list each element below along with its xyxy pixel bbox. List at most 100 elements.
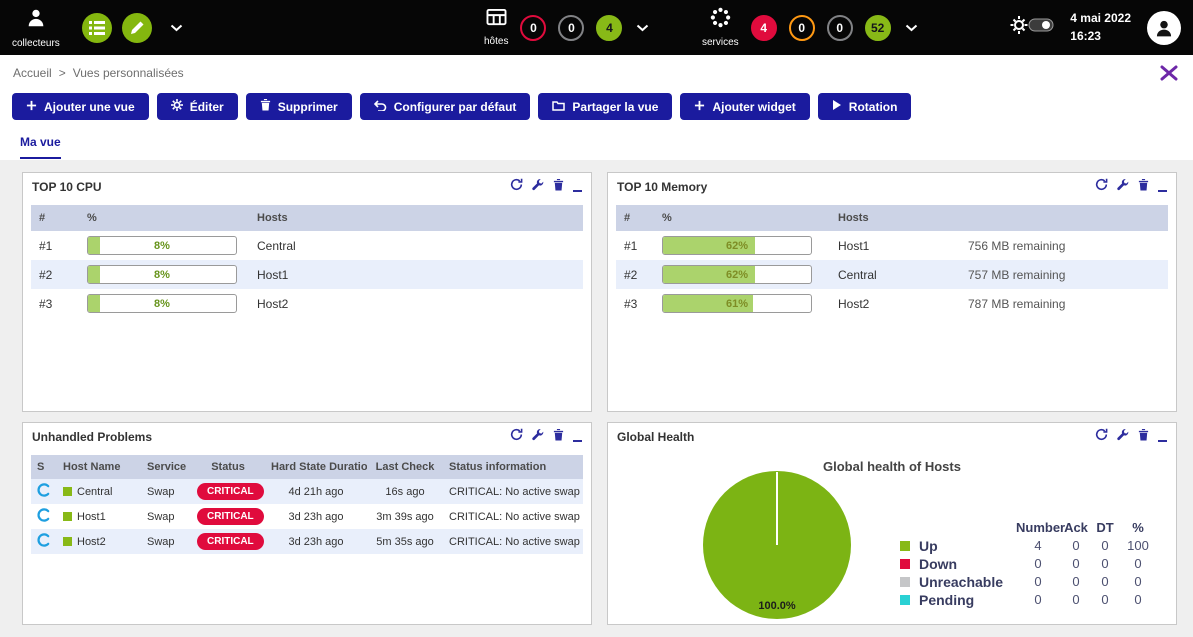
crossed-tools-icon[interactable]: [1159, 64, 1179, 87]
minimize-icon[interactable]: [1158, 181, 1167, 192]
wrench-icon[interactable]: [532, 428, 544, 446]
table-row: #2 8% Host1: [31, 260, 583, 289]
rank-cell: #3: [31, 289, 79, 318]
host-cell[interactable]: Host2: [57, 529, 141, 554]
tab-ma-vue[interactable]: Ma vue: [20, 135, 61, 159]
rank-cell: #1: [31, 231, 79, 260]
legend-pct: 0: [1118, 591, 1158, 609]
trash-icon[interactable]: [553, 178, 564, 196]
undo-icon: [374, 100, 387, 114]
host-cell[interactable]: Central: [57, 479, 141, 504]
services-ok-counter[interactable]: 52: [865, 15, 891, 41]
dashboard-content: TOP 10 CPU # % Hosts #1: [0, 160, 1193, 637]
legend-header: %: [1118, 519, 1158, 537]
pollers-menu[interactable]: collecteurs: [12, 0, 60, 55]
hosts-menu[interactable]: hôtes: [484, 8, 508, 47]
theme-toggle[interactable]: [1010, 14, 1054, 41]
refresh-icon[interactable]: [1095, 428, 1108, 446]
minimize-icon[interactable]: [573, 181, 582, 192]
duration-cell: 3d 23h ago: [265, 529, 367, 554]
breadcrumb-current[interactable]: Vues personnalisées: [73, 66, 184, 80]
set-default-button[interactable]: Configurer par défaut: [360, 93, 531, 120]
legend-pct: 100: [1118, 537, 1158, 555]
legend-header: DT: [1092, 519, 1118, 537]
minimize-icon[interactable]: [573, 431, 582, 442]
chart-title: Global health of Hosts: [608, 459, 1176, 474]
table-row: #2 62% Central 757 MB remaining: [616, 260, 1168, 289]
breadcrumb-home[interactable]: Accueil: [13, 66, 52, 80]
edit-view-button[interactable]: Éditer: [157, 93, 238, 120]
wrench-icon[interactable]: [1117, 178, 1129, 196]
legend-header: Ack: [1060, 519, 1092, 537]
column-header: Service: [141, 455, 191, 479]
services-label: services: [702, 37, 739, 48]
column-header: Status information: [443, 455, 583, 479]
host-cell[interactable]: Host1: [57, 504, 141, 529]
services-warning-counter[interactable]: 0: [789, 15, 815, 41]
export-configuration-icon[interactable]: [122, 13, 152, 43]
service-cell[interactable]: Swap: [141, 529, 191, 554]
remaining-cell: 787 MB remaining: [960, 289, 1168, 318]
poller-list-icon[interactable]: [82, 13, 112, 43]
refresh-icon[interactable]: [510, 428, 523, 446]
trash-icon[interactable]: [1138, 428, 1149, 446]
gear-icon: [171, 99, 183, 114]
user-avatar[interactable]: [1147, 11, 1181, 45]
refresh-icon[interactable]: [1095, 178, 1108, 196]
add-widget-button[interactable]: Ajouter widget: [680, 93, 809, 120]
add-view-button[interactable]: Ajouter une vue: [12, 93, 149, 120]
memory-progress-bar: 62%: [662, 265, 812, 284]
services-menu[interactable]: services: [702, 7, 739, 48]
status-badge: CRITICAL: [197, 508, 264, 525]
button-label: Configurer par défaut: [394, 100, 517, 114]
trash-icon[interactable]: [553, 428, 564, 446]
minimize-icon[interactable]: [1158, 431, 1167, 442]
rank-cell: #2: [616, 260, 654, 289]
column-header: #: [31, 205, 79, 231]
column-header: Hosts: [249, 205, 583, 231]
wrench-icon[interactable]: [1117, 428, 1129, 446]
play-icon: [832, 99, 842, 114]
duration-cell: 3d 23h ago: [265, 504, 367, 529]
legend-dt: 0: [1092, 537, 1118, 555]
legend-swatch-down: [900, 559, 910, 569]
view-toolbar: Ajouter une vue Éditer Supprimer Configu…: [0, 91, 1193, 120]
topbar: collecteurs hôtes 0 0 4: [0, 0, 1193, 55]
status-badge: CRITICAL: [197, 533, 264, 550]
topbar-right-group: 4 mai 2022 16:23: [1010, 0, 1181, 55]
hosts-up-counter[interactable]: 4: [596, 15, 622, 41]
services-critical-counter[interactable]: 4: [751, 15, 777, 41]
service-cell[interactable]: Swap: [141, 479, 191, 504]
host-cell: Host1: [249, 260, 583, 289]
chevron-down-icon[interactable]: [170, 19, 183, 37]
service-cell[interactable]: Swap: [141, 504, 191, 529]
status-badge: CRITICAL: [197, 483, 264, 500]
legend-pct: 0: [1118, 555, 1158, 573]
column-header: #: [616, 205, 654, 231]
services-unknown-counter[interactable]: 0: [827, 15, 853, 41]
delete-view-button[interactable]: Supprimer: [246, 93, 352, 120]
wrench-icon[interactable]: [532, 178, 544, 196]
cpu-progress-bar: 8%: [87, 236, 237, 255]
widget-unhandled-problems: Unhandled Problems S Host Name Service S…: [22, 422, 592, 625]
button-label: Rotation: [849, 100, 898, 114]
hosts-down-counter[interactable]: 0: [520, 15, 546, 41]
share-view-button[interactable]: Partager la vue: [538, 93, 672, 120]
button-label: Ajouter widget: [712, 100, 795, 114]
column-header: S: [31, 455, 57, 479]
host-status-square: [63, 487, 72, 496]
chevron-down-icon[interactable]: [636, 19, 649, 37]
refresh-icon[interactable]: [510, 178, 523, 196]
status-info-cell: CRITICAL: No active swap: [443, 504, 583, 529]
rotation-button[interactable]: Rotation: [818, 93, 912, 120]
legend-number: 4: [1016, 537, 1060, 555]
legend-label: Down: [914, 555, 1016, 573]
hosts-unreachable-counter[interactable]: 0: [558, 15, 584, 41]
legend-ack: 0: [1060, 591, 1092, 609]
chevron-down-icon[interactable]: [905, 19, 918, 37]
host-status-square: [63, 537, 72, 546]
trash-icon[interactable]: [1138, 178, 1149, 196]
button-label: Supprimer: [278, 100, 338, 114]
clock-time: 16:23: [1070, 28, 1131, 45]
column-header: %: [654, 205, 830, 231]
